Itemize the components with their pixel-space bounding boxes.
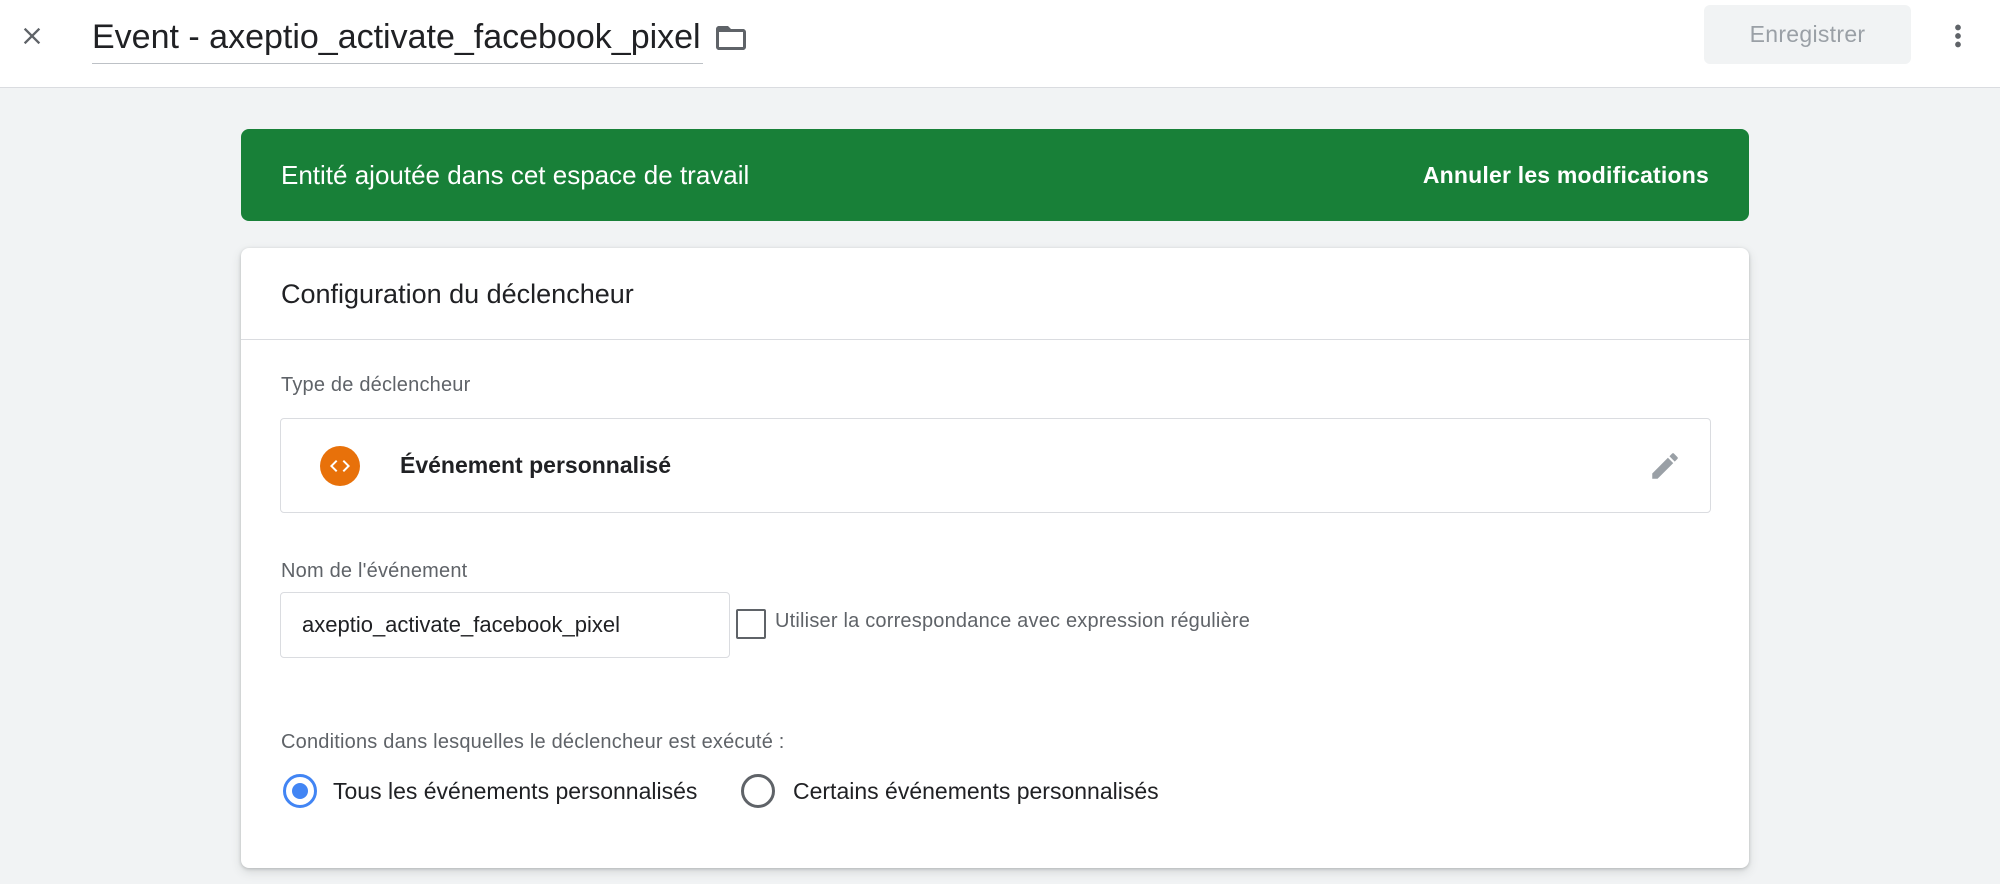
radio-all-custom-events[interactable] [283,774,317,808]
event-name-input[interactable] [280,592,730,658]
more-vert-icon [1955,24,1961,48]
folder-button[interactable] [710,18,752,58]
save-button[interactable]: Enregistrer [1704,5,1911,64]
conditions-label: Conditions dans lesquelles le déclencheu… [281,731,785,753]
trigger-type-label: Type de déclencheur [281,374,471,396]
trigger-type-name: Événement personnalisé [400,452,671,478]
event-name-label: Nom de l'événement [281,560,468,582]
more-options-button[interactable] [1938,14,1978,58]
trigger-configuration-card: Configuration du déclencheur Type de déc… [241,248,1749,868]
regex-match-label[interactable]: Utiliser la correspondance avec expressi… [775,610,1250,633]
close-button[interactable] [12,16,52,56]
radio-all-custom-events-label[interactable]: Tous les événements personnalisés [333,778,697,805]
workspace-status-banner: Entité ajoutée dans cet espace de travai… [241,129,1749,221]
page-title[interactable]: Event - axeptio_activate_facebook_pixel [92,14,703,64]
custom-event-code-icon [320,446,360,486]
banner-message: Entité ajoutée dans cet espace de travai… [281,160,750,190]
card-header: Configuration du déclencheur [241,248,1749,340]
revert-changes-link[interactable]: Annuler les modifications [1423,129,1709,221]
folder-icon [716,26,746,50]
radio-some-custom-events-label[interactable]: Certains événements personnalisés [793,778,1159,805]
close-icon [23,27,41,45]
top-bar: Event - axeptio_activate_facebook_pixel … [0,0,2000,88]
pencil-icon [1652,453,1678,479]
card-title: Configuration du déclencheur [281,279,634,309]
trigger-type-selector[interactable]: Événement personnalisé [280,418,1711,513]
edit-trigger-type-button[interactable] [1646,447,1684,485]
regex-match-checkbox[interactable] [736,609,766,639]
radio-some-custom-events[interactable] [741,774,775,808]
